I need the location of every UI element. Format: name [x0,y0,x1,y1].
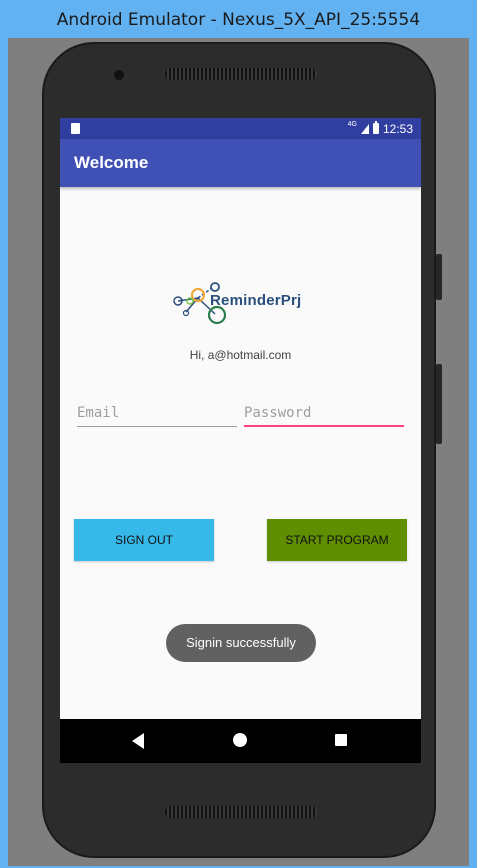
front-camera [114,70,124,80]
emulator-viewport: 4G 12:53 Welcome ReminderPrj Hi, a@hotma… [8,38,469,866]
volume-button[interactable] [436,254,442,300]
app-bar-title: Welcome [74,153,149,172]
status-bar: 4G 12:53 [60,118,421,139]
bottom-speaker [165,806,317,818]
emulator-window: Android Emulator - Nexus_5X_API_25:5554 … [0,0,477,868]
password-input[interactable] [244,401,404,425]
email-input[interactable] [77,401,237,425]
status-time: 12:53 [382,121,413,136]
navigation-bar [60,719,421,763]
device-screen: 4G 12:53 Welcome ReminderPrj Hi, a@hotma… [60,118,421,763]
phone-frame: 4G 12:53 Welcome ReminderPrj Hi, a@hotma… [42,42,442,858]
status-icons: 4G 12:53 [348,118,413,139]
app-bar: Welcome [60,139,421,187]
password-field[interactable] [244,401,404,427]
back-icon[interactable] [132,733,144,749]
logo-text: ReminderPrj [210,292,302,309]
power-button[interactable] [436,364,442,444]
sd-card-icon [71,123,80,134]
top-speaker [165,68,317,80]
network-type: 4G [347,121,357,128]
email-field[interactable] [77,401,237,427]
signal-icon [360,123,369,134]
app-logo: ReminderPrj [170,281,310,329]
window-title: Android Emulator - Nexus_5X_API_25:5554 [0,0,477,38]
battery-icon [372,121,379,134]
sign-out-button[interactable]: SIGN OUT [74,519,214,561]
recent-apps-icon[interactable] [335,734,347,746]
greeting-text: Hi, a@hotmail.com [189,348,292,362]
toast-message: Signin successfully [166,624,316,662]
home-icon[interactable] [233,733,247,747]
start-program-button[interactable]: START PROGRAM [267,519,407,561]
